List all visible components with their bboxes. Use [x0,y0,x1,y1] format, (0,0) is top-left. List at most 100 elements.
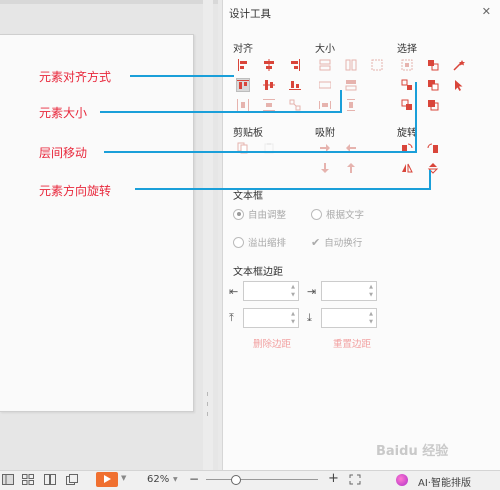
radio-overflow-shrink-label: 溢出缩排 [248,238,287,249]
radio-dot[interactable] [311,208,322,220]
spin-up-icon[interactable]: ▲ [369,311,373,317]
annotation-element-size: 元素大小 [39,106,88,120]
watermark-logo: Baidu 经验 [376,444,449,459]
ai-layout-button[interactable]: AI·智能排版 [418,474,471,489]
spin-down-icon[interactable]: ▼ [291,292,295,298]
delete-margin-button[interactable]: 删除边距 [253,336,291,350]
select-layer-icon[interactable] [427,79,439,91]
zoom-level[interactable]: 62% [147,474,169,485]
distribute-grid-icon[interactable] [289,99,301,111]
spin-up-icon[interactable]: ▲ [291,284,295,290]
close-icon[interactable]: ✕ [482,5,491,18]
leader-line-layer-v [415,82,417,153]
distribute-vertical-icon[interactable] [263,99,275,111]
checkmark-icon: ✔ [311,235,321,249]
margin-right-icon: ⇥ [307,284,317,298]
leader-line-layer-h [104,151,417,153]
ai-layout-icon[interactable] [396,474,408,486]
slide-sorter-icon[interactable] [22,474,34,485]
normal-view-icon[interactable] [2,474,14,485]
panel-title: 设计工具 [229,8,271,20]
width-max-icon[interactable] [319,79,331,91]
radio-overflow-shrink[interactable]: 溢出缩排 [233,235,286,249]
margin-bottom-icon: ⤓ [307,311,312,324]
margin-right-row: ⇥ ▲ ▼ [307,281,377,301]
radio-dot[interactable] [233,208,244,220]
reading-view-icon[interactable] [44,474,56,485]
margin-left-input[interactable]: ▲ ▼ [243,281,299,301]
annotation-rotate-direction: 元素方向旋转 [39,184,112,198]
margin-bottom-row: ⤓ ▲ ▼ [307,308,377,328]
radio-auto-adjust-label: 自由调整 [248,210,287,221]
play-dropdown-chevron-icon[interactable]: ▼ [121,474,126,482]
rotate-right-icon[interactable] [427,142,439,154]
align-left-icon[interactable] [237,59,249,71]
play-slideshow-button[interactable] [96,472,118,487]
zoom-slider-track[interactable] [206,479,318,480]
leader-line-size-h [100,111,341,113]
snap-up-icon[interactable] [345,162,357,174]
bring-forward-icon[interactable] [401,99,413,111]
spin-down-icon[interactable]: ▼ [291,319,295,325]
spin-down-icon[interactable]: ▼ [369,319,373,325]
notes-view-icon[interactable] [66,474,78,485]
spin-down-icon[interactable]: ▼ [369,292,373,298]
margin-top-icon: ⤒ [229,311,234,324]
fit-height-icon[interactable] [345,99,357,111]
slide-page[interactable] [0,34,194,412]
snap-down-icon[interactable] [319,162,331,174]
canvas-top-strip [0,0,218,4]
splitter-grip-3 [207,412,208,416]
margin-top-row: ⤒ ▲ ▼ [229,308,299,328]
zoom-out-button[interactable]: − [189,472,199,486]
section-rotate-label: 旋转 [397,128,417,139]
design-tools-panel: 设计工具 ✕ 对齐 大小 选择 剪贴板 吸附 旋转 文本框 自由调整 根据文字 … [222,0,500,470]
spin-up-icon[interactable]: ▲ [369,284,373,290]
margin-bottom-input[interactable]: ▲ ▼ [321,308,377,328]
pane-splitter[interactable] [203,0,213,470]
fit-window-icon[interactable] [349,474,361,485]
section-size-label: 大小 [315,44,335,55]
leader-line-size-v [340,90,342,113]
align-center-horizontal-icon[interactable] [263,59,275,71]
flip-horizontal-icon[interactable] [401,162,413,174]
reset-margin-button[interactable]: 重置边距 [333,336,371,350]
section-clipboard-label: 剪贴板 [233,128,263,139]
radio-fit-text-label: 根据文字 [326,210,365,221]
section-select-label: 选择 [397,44,417,55]
pointer-cursor-icon[interactable] [453,79,465,91]
send-backward-icon[interactable] [427,99,439,111]
height-max-icon[interactable] [345,79,357,91]
align-bottom-icon[interactable] [289,79,301,91]
select-group-icon[interactable] [401,79,413,91]
margin-top-input[interactable]: ▲ ▼ [243,308,299,328]
leader-line-align [130,75,234,77]
leader-line-rotate-v [429,170,431,190]
splitter-grip-1 [207,392,208,396]
same-height-icon[interactable] [345,59,357,71]
annotation-align-method: 元素对齐方式 [39,70,112,84]
fit-width-icon[interactable] [319,99,331,111]
radio-dot[interactable] [233,236,244,248]
checkbox-auto-wrap-label: 自动换行 [324,238,363,249]
margin-right-input[interactable]: ▲ ▼ [321,281,377,301]
checkbox-auto-wrap[interactable]: ✔ 自动换行 [311,235,363,250]
select-objects-icon[interactable] [427,59,439,71]
same-width-icon[interactable] [319,59,331,71]
magic-wand-icon[interactable] [453,59,465,71]
radio-fit-text[interactable]: 根据文字 [311,207,364,221]
align-middle-vertical-icon[interactable] [263,79,275,91]
align-right-icon[interactable] [289,59,301,71]
select-all-icon[interactable] [401,59,413,71]
zoom-slider-thumb[interactable] [231,475,241,485]
margin-left-row: ⇤ ▲ ▼ [229,281,299,301]
radio-auto-adjust[interactable]: 自由调整 [233,207,286,221]
zoom-in-button[interactable]: + [328,471,339,486]
annotation-layer-move: 层间移动 [39,146,88,160]
same-size-icon[interactable] [371,59,383,71]
section-align-label: 对齐 [233,44,253,55]
spin-up-icon[interactable]: ▲ [291,311,295,317]
distribute-horizontal-icon[interactable] [237,99,249,111]
zoom-dropdown-chevron-icon[interactable]: ▼ [173,476,178,483]
align-top-icon[interactable] [236,78,250,92]
